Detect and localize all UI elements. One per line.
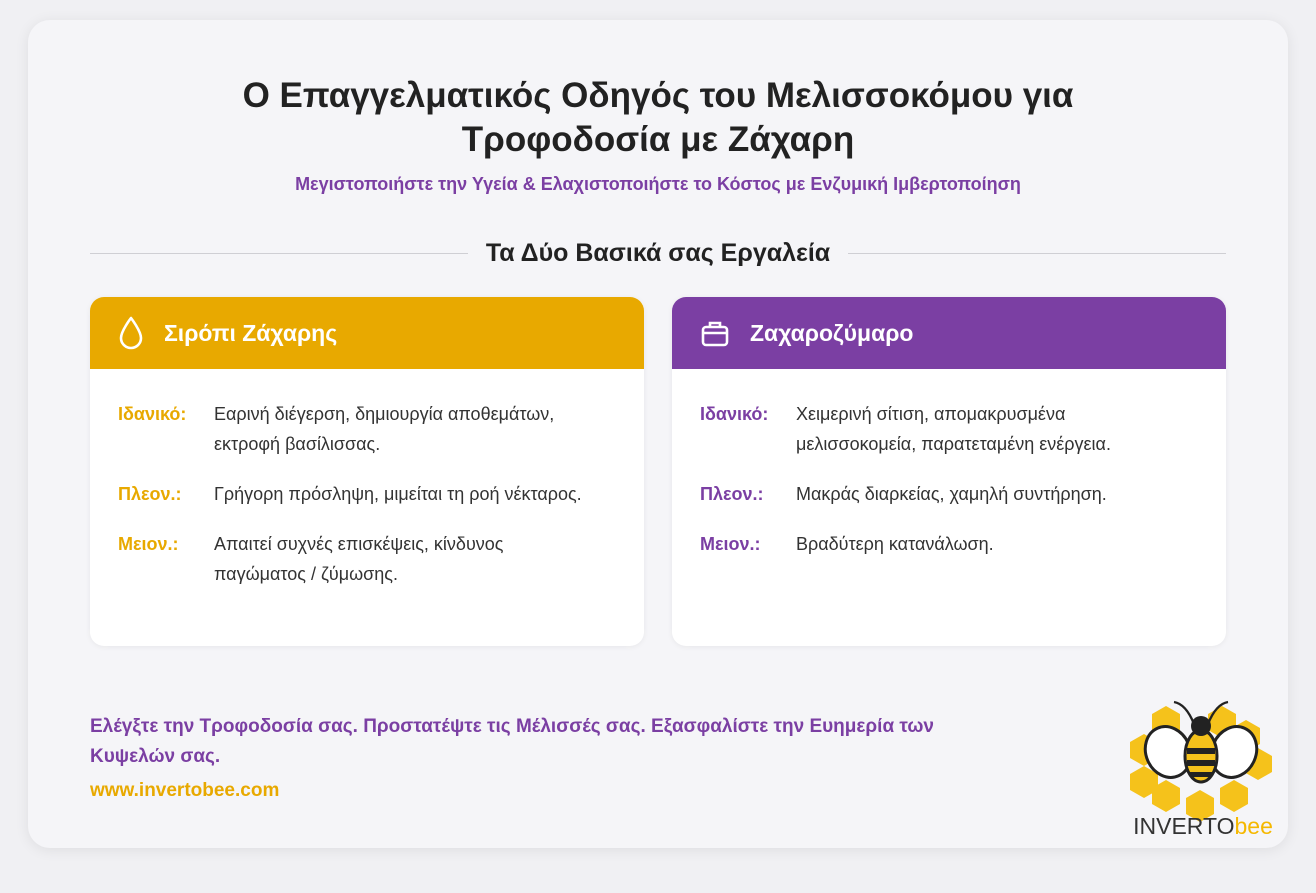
footer-tagline: Ελέγξτε την Τροφοδοσία σας. Προστατέψτε … — [90, 716, 934, 767]
panel-title: Σιρόπι Ζάχαρης — [164, 319, 338, 346]
panel-sugar-syrup: Σιρόπι Ζάχαρης Ιδανικό: Εαρινή διέγερση,… — [90, 297, 644, 646]
divider-line-right — [848, 252, 1227, 254]
row-key: Μειον.: — [118, 534, 179, 554]
list-item: Μειον.: Απαιτεί συχνές επισκέψεις, κίνδυ… — [118, 529, 616, 589]
row-value: Γρήγορη πρόσληψη, μιμείται τη ροή νέκταρ… — [214, 484, 582, 504]
row-value: Βραδύτερη κατανάλωση. — [796, 534, 994, 554]
page-subtitle: Μεγιστοποιήστε την Υγεία & Ελαχιστοποιήσ… — [295, 174, 1021, 194]
list-item: Ιδανικό: Εαρινή διέγερση, δημιουργία απο… — [118, 399, 616, 459]
website-link[interactable]: www.invertobee.com — [90, 780, 279, 802]
page-title: Ο Επαγγελματικός Οδηγός του Μελισσοκόμου… — [242, 76, 1074, 159]
brand-logo-text: INVERTObee — [1133, 813, 1273, 839]
box-icon — [701, 321, 729, 347]
list-item: Ιδανικό: Χειμερινή σίτιση, απομακρυσμένα… — [700, 399, 1198, 459]
row-key: Πλεον.: — [700, 484, 764, 504]
section-title: Τα Δύο Βασικά σας Εργαλεία — [485, 238, 831, 267]
row-value: Εαρινή διέγερση, δημιουργία αποθεμάτων, … — [214, 404, 555, 454]
list-item: Πλεον.: Γρήγορη πρόσληψη, μιμείται τη ρο… — [118, 479, 616, 509]
panel-fondant: Ζαχαροζύμαρο Ιδανικό: Χειμερινή σίτιση, … — [672, 297, 1226, 646]
panel-header: Ζαχαροζύμαρο — [672, 297, 1226, 369]
row-key: Μειον.: — [700, 534, 761, 554]
row-key: Ιδανικό: — [118, 404, 187, 424]
row-value: Χειμερινή σίτιση, απομακρυσμένα μελισσοκ… — [796, 404, 1111, 454]
list-item: Πλεον.: Μακράς διαρκείας, χαμηλή συντήρη… — [700, 479, 1198, 509]
section-divider: Τα Δύο Βασικά σας Εργαλεία — [90, 236, 1227, 270]
row-key: Ιδανικό: — [700, 404, 769, 424]
divider-line-left — [90, 252, 468, 254]
panel-header: Σιρόπι Ζάχαρης — [90, 297, 644, 369]
list-item: Μειον.: Βραδύτερη κατανάλωση. — [700, 529, 1198, 559]
row-value: Απαιτεί συχνές επισκέψεις, κίνδυνος παγώ… — [214, 534, 504, 584]
panel-title: Ζαχαροζύμαρο — [750, 319, 914, 346]
drop-icon — [119, 316, 143, 350]
row-value: Μακράς διαρκείας, χαμηλή συντήρηση. — [796, 484, 1107, 504]
row-key: Πλεον.: — [118, 484, 182, 504]
